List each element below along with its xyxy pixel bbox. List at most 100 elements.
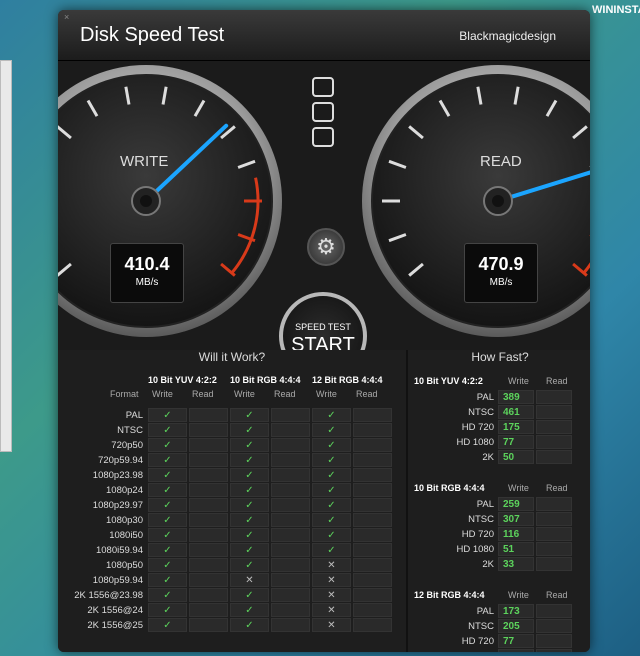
check-icon: ✓ <box>312 528 351 542</box>
window-title: Disk Speed Test <box>80 24 225 46</box>
check-icon: ✓ <box>230 483 269 497</box>
empty-cell <box>271 498 310 512</box>
empty-cell <box>271 573 310 587</box>
format-name: PAL <box>125 410 143 421</box>
empty-cell <box>189 408 228 422</box>
how-fast-read-fps <box>536 420 572 434</box>
empty-cell <box>189 573 228 587</box>
how-fast-row: HD 720 77 <box>410 634 590 649</box>
check-icon: ✓ <box>148 423 187 437</box>
check-icon: ✓ <box>230 468 269 482</box>
section-divider <box>406 350 408 652</box>
check-icon: ✓ <box>312 408 351 422</box>
will-group-header: 12 Bit RGB 4:4:4 <box>312 375 383 385</box>
how-fast-write-fps: 461 <box>498 405 534 419</box>
how-fast-format: 2K <box>482 559 494 570</box>
how-fast-read-fps <box>536 634 572 648</box>
how-fast-block: 10 Bit YUV 4:2:2 Write Read PAL 389 NTSC 461 HD… <box>410 374 590 465</box>
check-icon: ✓ <box>148 483 187 497</box>
how-fast-write-fps: 175 <box>498 420 534 434</box>
format-name: 720p59.94 <box>98 455 143 466</box>
empty-cell <box>353 618 392 632</box>
how-fast-row: HD 1080 51 <box>410 542 590 557</box>
check-icon: ✓ <box>148 618 187 632</box>
how-fast-read-fps <box>536 390 572 404</box>
gauge-area: WRITE READ 410.4 MB/s 470.9 MB/s ⚙ SPEED… <box>58 61 590 380</box>
background-window-edge <box>0 60 12 452</box>
how-fast-write-fps: 116 <box>498 527 534 541</box>
write-value: 410.4 <box>124 254 170 274</box>
how-fast-row: HD 720 116 <box>410 527 590 542</box>
how-fast-row: NTSC 461 <box>410 405 590 420</box>
brand-squares-icon <box>312 77 334 152</box>
format-name: NTSC <box>117 425 143 436</box>
how-fast-row: 2K 50 <box>410 450 590 465</box>
write-readout: 410.4 MB/s <box>110 243 184 303</box>
cross-icon: ✕ <box>312 573 351 587</box>
how-fast-title: How Fast? <box>471 350 529 364</box>
read-readout: 470.9 MB/s <box>464 243 538 303</box>
will-sub-header: Read <box>192 389 214 399</box>
how-fast-block-title: 10 Bit YUV 4:2:2 <box>414 376 483 386</box>
empty-cell <box>353 543 392 557</box>
write-needle-hub-center <box>140 195 152 207</box>
how-fast-read-fps <box>536 604 572 618</box>
how-fast-block: 10 Bit RGB 4:4:4 Write Read PAL 259 NTSC 307 HD… <box>410 481 590 572</box>
titlebar: × Disk Speed Test Blackmagicdesign <box>58 10 590 61</box>
check-icon: ✓ <box>230 453 269 467</box>
will-sub-header: Write <box>234 389 255 399</box>
empty-cell <box>271 453 310 467</box>
check-icon: ✓ <box>148 603 187 617</box>
how-fast-read-fps <box>536 405 572 419</box>
check-icon: ✓ <box>312 498 351 512</box>
how-fast-write-label: Write <box>508 376 529 386</box>
empty-cell <box>271 603 310 617</box>
read-needle-hub-center <box>492 195 504 207</box>
how-fast-row: HD 1080 77 <box>410 435 590 450</box>
check-icon: ✓ <box>148 408 187 422</box>
close-icon[interactable]: × <box>64 12 69 22</box>
how-fast-row: PAL 389 <box>410 390 590 405</box>
how-fast-read-fps <box>536 619 572 633</box>
format-name: 1080i50 <box>109 530 143 541</box>
how-fast-row: HD 720 175 <box>410 420 590 435</box>
format-name: 1080p23.98 <box>92 470 143 481</box>
how-fast-block-header: 10 Bit YUV 4:2:2 Write Read <box>410 374 590 390</box>
gear-icon[interactable]: ⚙ <box>307 228 345 266</box>
how-fast-format: HD 720 <box>461 422 494 433</box>
cross-icon: ✕ <box>230 573 269 587</box>
how-fast-write-fps: 259 <box>498 497 534 511</box>
check-icon: ✓ <box>148 588 187 602</box>
format-name: 1080p30 <box>106 515 143 526</box>
check-icon: ✓ <box>230 588 269 602</box>
how-fast-write-fps: 50 <box>498 450 534 464</box>
empty-cell <box>189 603 228 617</box>
empty-cell <box>189 588 228 602</box>
how-fast-block: 12 Bit RGB 4:4:4 Write Read PAL 173 NTSC 205 HD… <box>410 588 590 652</box>
how-fast-read-fps <box>536 450 572 464</box>
read-unit: MB/s <box>489 277 513 288</box>
empty-cell <box>189 468 228 482</box>
check-icon: ✓ <box>230 498 269 512</box>
check-icon: ✓ <box>148 528 187 542</box>
how-fast-read-fps <box>536 497 572 511</box>
will-group-header: 10 Bit RGB 4:4:4 <box>230 375 301 385</box>
check-icon: ✓ <box>230 528 269 542</box>
empty-cell <box>353 468 392 482</box>
format-name: 1080p59.94 <box>92 575 143 586</box>
check-icon: ✓ <box>312 513 351 527</box>
will-sub-header: Write <box>152 389 173 399</box>
will-it-work-title: Will it Work? <box>198 350 266 364</box>
cross-icon: ✕ <box>312 603 351 617</box>
check-icon: ✓ <box>230 558 269 572</box>
how-fast-format: HD 720 <box>461 636 494 647</box>
check-icon: ✓ <box>230 438 269 452</box>
how-fast-read-fps <box>536 512 572 526</box>
empty-cell <box>189 423 228 437</box>
check-icon: ✓ <box>312 423 351 437</box>
empty-cell <box>353 528 392 542</box>
read-label: READ <box>480 153 522 170</box>
how-fast-format: PAL <box>476 499 494 510</box>
format-header: Format <box>110 389 139 399</box>
empty-cell <box>271 408 310 422</box>
